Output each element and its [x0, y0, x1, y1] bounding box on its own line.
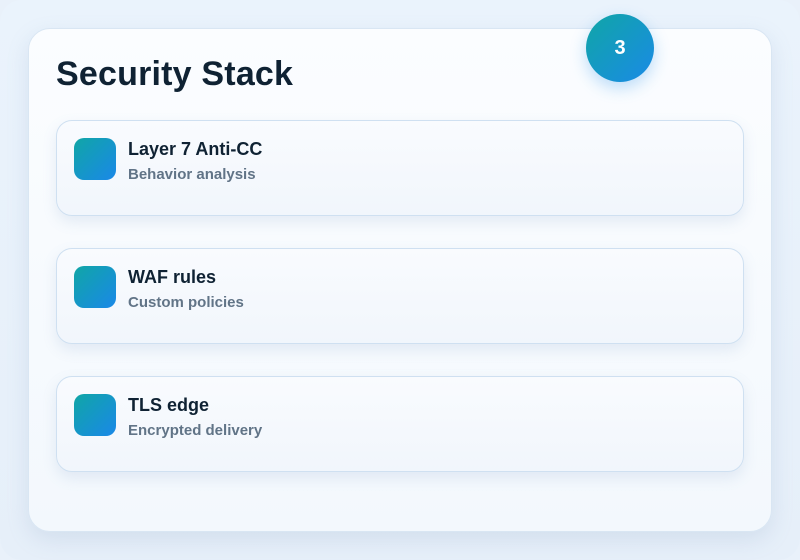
gradient-square-icon	[74, 394, 116, 436]
stack-item-card[interactable]: TLS edge Encrypted delivery	[56, 376, 744, 472]
stack-item-card[interactable]: WAF rules Custom policies	[56, 248, 744, 344]
stack-item-title: WAF rules	[128, 267, 217, 287]
gradient-square-icon	[74, 138, 116, 180]
stack-item-title: TLS edge	[128, 395, 210, 415]
stack-item-subtitle: Encrypted delivery	[128, 422, 263, 439]
gradient-square-icon	[74, 266, 116, 308]
stack-item-card[interactable]: Layer 7 Anti-CC Behavior analysis	[56, 120, 744, 216]
stack-item-title: Layer 7 Anti-CC	[128, 139, 263, 159]
count-badge: 3	[586, 14, 654, 82]
stack-item-subtitle: Custom policies	[128, 294, 244, 311]
stack-item-subtitle: Behavior analysis	[128, 166, 256, 183]
panel-title: Security Stack	[56, 55, 294, 93]
